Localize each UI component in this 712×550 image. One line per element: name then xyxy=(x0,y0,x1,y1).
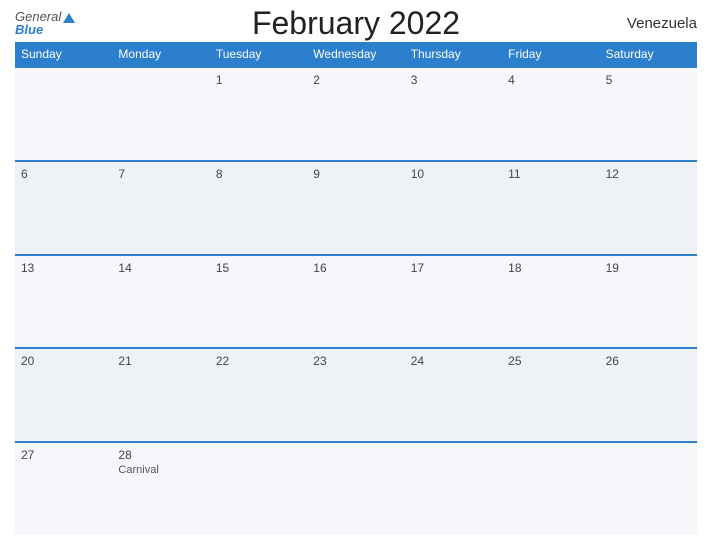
day-number: 15 xyxy=(216,261,301,275)
day-cell: 23 xyxy=(307,349,404,441)
day-cell: 1 xyxy=(210,68,307,160)
day-number: 10 xyxy=(411,167,496,181)
day-number: 22 xyxy=(216,354,301,368)
week-row-5: 27 28 Carnival xyxy=(15,441,697,535)
day-cell xyxy=(600,443,697,535)
day-number: 25 xyxy=(508,354,593,368)
day-number: 6 xyxy=(21,167,106,181)
logo-blue-text: Blue xyxy=(15,23,43,36)
day-cell xyxy=(405,443,502,535)
day-cell: 24 xyxy=(405,349,502,441)
day-cell: 14 xyxy=(112,256,209,348)
calendar-title: February 2022 xyxy=(252,5,460,42)
country-label: Venezuela xyxy=(627,15,697,32)
day-cell: 15 xyxy=(210,256,307,348)
day-headers-row: SundayMondayTuesdayWednesdayThursdayFrid… xyxy=(15,42,697,66)
logo-triangle-icon xyxy=(63,13,75,23)
day-header-saturday: Saturday xyxy=(600,42,697,66)
day-cell: 2 xyxy=(307,68,404,160)
day-header-friday: Friday xyxy=(502,42,599,66)
day-cell: 12 xyxy=(600,162,697,254)
day-header-monday: Monday xyxy=(112,42,209,66)
day-cell xyxy=(502,443,599,535)
day-cell: 6 xyxy=(15,162,112,254)
day-number: 2 xyxy=(313,73,398,87)
day-event: Carnival xyxy=(118,464,203,476)
weeks-container: 1234567891011121314151617181920212223242… xyxy=(15,66,697,535)
day-cell: 11 xyxy=(502,162,599,254)
day-number: 21 xyxy=(118,354,203,368)
day-cell: 28 Carnival xyxy=(112,443,209,535)
day-cell xyxy=(15,68,112,160)
day-number: 8 xyxy=(216,167,301,181)
day-number: 17 xyxy=(411,261,496,275)
week-row-4: 20 21 22 23 24 25 26 xyxy=(15,347,697,441)
day-cell: 17 xyxy=(405,256,502,348)
day-cell: 18 xyxy=(502,256,599,348)
day-number: 28 xyxy=(118,448,203,462)
day-number: 4 xyxy=(508,73,593,87)
day-cell: 8 xyxy=(210,162,307,254)
day-header-wednesday: Wednesday xyxy=(307,42,404,66)
day-cell: 9 xyxy=(307,162,404,254)
day-cell: 19 xyxy=(600,256,697,348)
day-number: 14 xyxy=(118,261,203,275)
calendar-container: General Blue February 2022 Venezuela Sun… xyxy=(0,0,712,550)
day-cell: 26 xyxy=(600,349,697,441)
day-cell: 10 xyxy=(405,162,502,254)
week-row-3: 13 14 15 16 17 18 19 xyxy=(15,254,697,348)
day-cell: 7 xyxy=(112,162,209,254)
day-number: 9 xyxy=(313,167,398,181)
day-number: 3 xyxy=(411,73,496,87)
day-number: 19 xyxy=(606,261,691,275)
calendar-grid: SundayMondayTuesdayWednesdayThursdayFrid… xyxy=(15,42,697,535)
day-number: 13 xyxy=(21,261,106,275)
day-number: 11 xyxy=(508,167,593,181)
day-number: 7 xyxy=(118,167,203,181)
day-number: 23 xyxy=(313,354,398,368)
day-number: 16 xyxy=(313,261,398,275)
day-cell xyxy=(210,443,307,535)
day-number: 26 xyxy=(606,354,691,368)
day-cell: 25 xyxy=(502,349,599,441)
week-row-1: 12345 xyxy=(15,66,697,160)
day-cell: 27 xyxy=(15,443,112,535)
day-cell: 16 xyxy=(307,256,404,348)
day-cell xyxy=(112,68,209,160)
day-cell: 21 xyxy=(112,349,209,441)
calendar-header: General Blue February 2022 Venezuela xyxy=(15,10,697,36)
day-cell: 3 xyxy=(405,68,502,160)
day-cell: 5 xyxy=(600,68,697,160)
day-header-sunday: Sunday xyxy=(15,42,112,66)
week-row-2: 6789 10 11 12 xyxy=(15,160,697,254)
day-cell xyxy=(307,443,404,535)
day-number: 20 xyxy=(21,354,106,368)
day-number: 27 xyxy=(21,448,106,462)
day-header-thursday: Thursday xyxy=(405,42,502,66)
day-number: 1 xyxy=(216,73,301,87)
day-number: 5 xyxy=(606,73,691,87)
day-cell: 4 xyxy=(502,68,599,160)
day-number: 24 xyxy=(411,354,496,368)
day-cell: 22 xyxy=(210,349,307,441)
day-cell: 20 xyxy=(15,349,112,441)
day-header-tuesday: Tuesday xyxy=(210,42,307,66)
logo: General Blue xyxy=(15,10,75,36)
day-number: 12 xyxy=(606,167,691,181)
day-cell: 13 xyxy=(15,256,112,348)
day-number: 18 xyxy=(508,261,593,275)
